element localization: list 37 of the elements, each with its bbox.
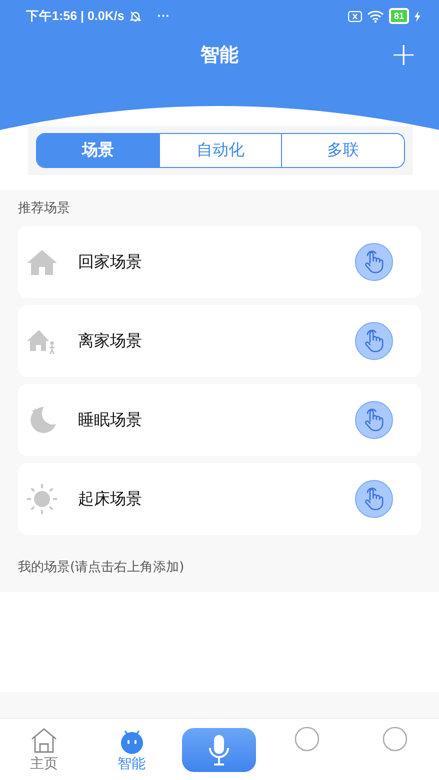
scene-card[interactable]: 起床场景	[18, 463, 421, 535]
tab[interactable]: 场景	[37, 134, 159, 167]
scene-card[interactable]: 离家场景	[18, 305, 421, 377]
scene-name: 回家场景	[78, 252, 143, 272]
scene-card[interactable]: 睡眠场景	[18, 384, 421, 456]
microphone-icon	[208, 734, 230, 766]
scene-card[interactable]: 回家场景	[18, 226, 421, 298]
section-heading: 我的场景(请点击右上角添加)	[18, 559, 186, 576]
bell-off-icon	[129, 10, 142, 22]
scene-name: 离家场景	[78, 330, 143, 352]
tap-button[interactable]	[355, 322, 393, 360]
battery-indicator: 81	[388, 8, 409, 24]
nav-item[interactable]: 智能	[88, 726, 176, 772]
tap-button[interactable]	[355, 243, 393, 281]
voice-button[interactable]	[182, 728, 256, 772]
nav-item[interactable]: 主页	[0, 726, 88, 772]
scene-name: 睡眠场景	[78, 410, 143, 430]
tap-button[interactable]	[355, 401, 393, 439]
more-dots: ···	[157, 9, 170, 23]
add-button[interactable]: +	[386, 38, 421, 70]
tap-button[interactable]	[355, 480, 393, 518]
page-title: 智能	[200, 43, 238, 68]
house-icon	[30, 726, 58, 754]
hand-tap-icon	[363, 408, 385, 432]
nav-icon[interactable]	[382, 726, 408, 752]
sun-icon	[26, 483, 58, 515]
wifi-icon	[366, 10, 384, 22]
nav-icon[interactable]	[294, 726, 320, 752]
hand-tap-icon	[363, 329, 385, 353]
sim-icon	[348, 10, 362, 22]
hand-tap-icon	[363, 487, 385, 511]
hand-tap-icon	[363, 250, 385, 274]
section-heading: 推荐场景	[18, 200, 71, 217]
house-icon	[26, 248, 58, 276]
tab[interactable]: 多联	[281, 134, 404, 167]
scene-name: 起床场景	[78, 488, 143, 510]
status-time: 下午1:56 | 0.0K/s	[26, 8, 124, 24]
